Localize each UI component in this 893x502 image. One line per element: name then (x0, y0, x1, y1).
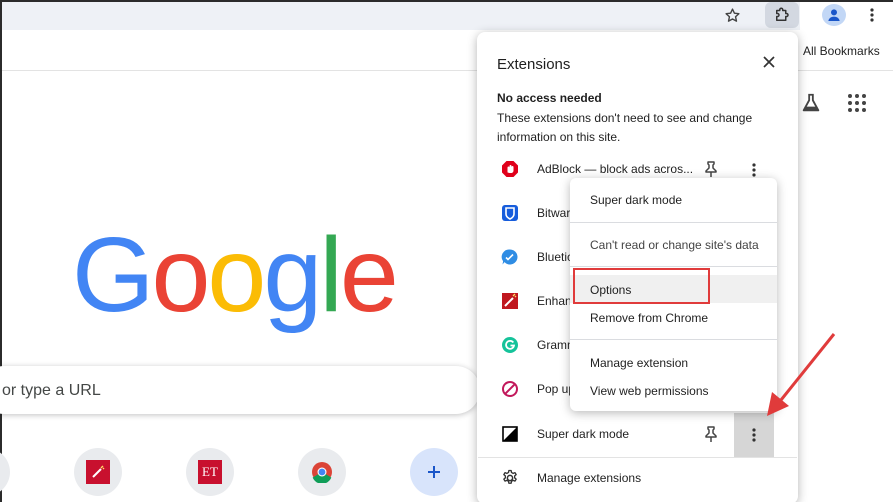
search-placeholder: or type a URL (2, 382, 101, 399)
panel-title: Extensions (497, 56, 571, 73)
extensions-puzzle-icon[interactable] (765, 2, 799, 28)
chrome-shortcut-icon (312, 462, 332, 483)
et-shortcut-icon: ET (198, 460, 222, 484)
chrome-menu-icon[interactable] (862, 5, 882, 25)
google-logo-letter: o (151, 216, 210, 334)
popup-blocker-icon (502, 381, 518, 397)
menu-divider (570, 339, 777, 340)
menu-divider (570, 266, 777, 267)
window-border-left (0, 0, 2, 502)
section-heading: No access needed (497, 91, 602, 105)
divider (478, 457, 797, 458)
section-description: These extensions don't need to see and c… (497, 111, 753, 144)
extension-name: AdBlock — block ads acros... (537, 162, 694, 176)
google-logo-letter: G (72, 216, 154, 334)
google-logo: Google (72, 222, 399, 328)
extension-name: Bitwar (537, 206, 571, 220)
pin-icon[interactable] (702, 160, 720, 178)
options-highlight-box (573, 268, 710, 304)
labs-flask-icon[interactable] (800, 92, 822, 119)
pin-icon[interactable] (702, 425, 720, 443)
address-bar[interactable] (0, 2, 800, 30)
shortcut-tile[interactable] (298, 448, 346, 496)
enhancer-icon (502, 293, 518, 309)
google-logo-letter: g (263, 216, 322, 334)
google-logo-letter: l (319, 216, 343, 334)
menu-item-view-permissions[interactable]: View web permissions (590, 384, 709, 398)
window-border-top (0, 0, 893, 2)
google-apps-grid-icon[interactable] (847, 93, 867, 118)
menu-item-remove[interactable]: Remove from Chrome (590, 311, 708, 325)
manage-extensions-link[interactable]: Manage extensions (537, 471, 641, 485)
shortcut-tile[interactable] (74, 448, 122, 496)
bookmark-star-icon[interactable] (722, 5, 742, 25)
extension-name: Enhan (537, 294, 572, 308)
menu-divider (570, 222, 777, 223)
bluetick-icon (501, 249, 518, 265)
menu-item-extension-name[interactable]: Super dark mode (590, 193, 682, 207)
enhancer-shortcut-icon (86, 460, 110, 484)
shortcut-tile[interactable] (0, 448, 10, 496)
extension-row-super-dark-mode[interactable]: Super dark mode (478, 413, 797, 457)
menu-item-site-access: Can't read or change site's data (590, 238, 759, 252)
profile-avatar-icon[interactable] (822, 4, 846, 26)
plus-icon (428, 466, 440, 478)
all-bookmarks-link[interactable]: All Bookmarks (803, 44, 880, 58)
super-dark-mode-icon (502, 426, 518, 442)
grammarly-icon (502, 337, 518, 353)
google-logo-letter: o (207, 216, 266, 334)
close-icon[interactable] (759, 52, 779, 72)
more-options-icon[interactable] (734, 413, 774, 457)
extension-name: Bluetic (537, 250, 574, 264)
shortcut-tile[interactable]: ET (186, 448, 234, 496)
bitwarden-icon (502, 205, 518, 221)
add-shortcut-button[interactable] (410, 448, 458, 496)
menu-item-manage-extension[interactable]: Manage extension (590, 356, 688, 370)
gear-icon (501, 469, 519, 492)
google-logo-letter: e (339, 216, 399, 334)
adblock-icon (502, 161, 518, 177)
extension-name: Super dark mode (537, 427, 630, 441)
